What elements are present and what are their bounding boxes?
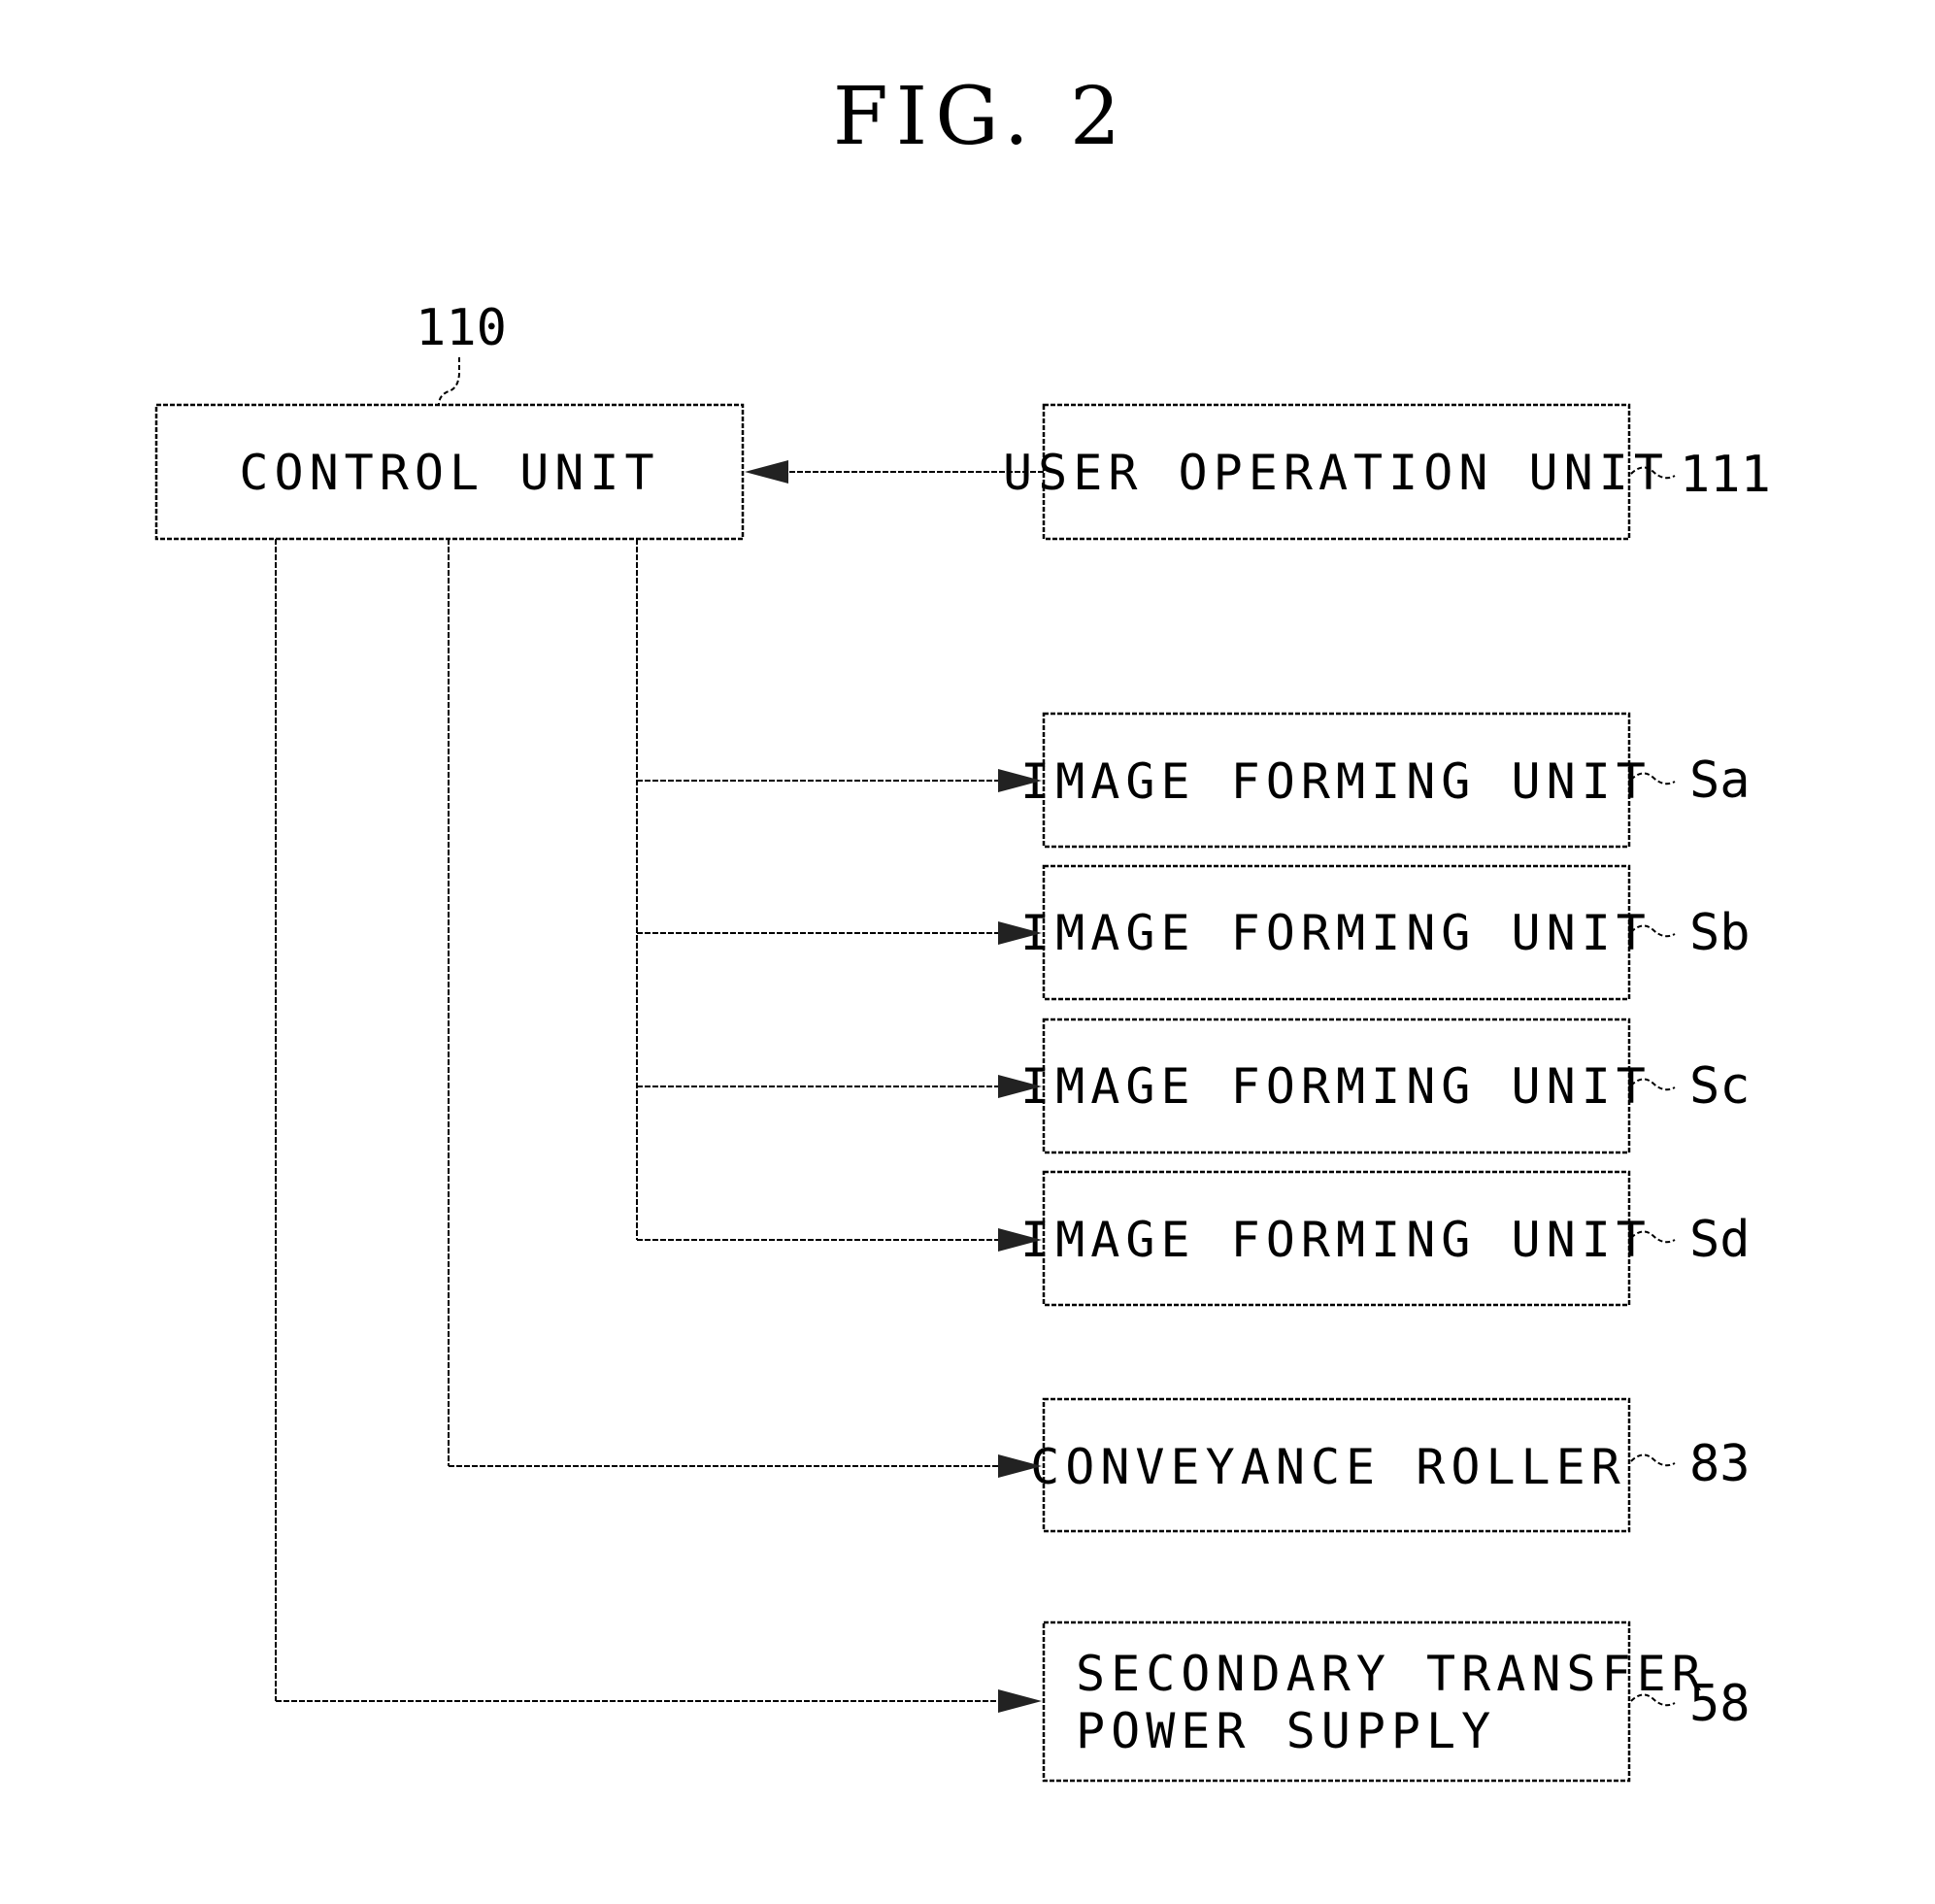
image-forming-unit-sc: IMAGE FORMING UNIT — [1020, 1018, 1651, 1154]
image-forming-unit-sc-ref: Sc — [1689, 1057, 1751, 1116]
image-forming-unit-label: IMAGE FORMING UNIT — [1020, 753, 1651, 810]
image-forming-unit-sb: IMAGE FORMING UNIT — [1020, 864, 1651, 1001]
arrowhead-to-control-unit — [745, 460, 788, 484]
control-unit-leader-line — [438, 357, 460, 406]
figure-title: FIG. 2 — [833, 71, 1128, 163]
image-forming-unit-sd-ref: Sd — [1689, 1211, 1751, 1269]
conveyance-roller-ref: 83 — [1689, 1435, 1751, 1493]
secondary-transfer-ref: 58 — [1689, 1675, 1751, 1733]
user-operation-unit-ref: 111 — [1680, 446, 1771, 504]
arrowhead-to-secondary-transfer — [998, 1689, 1042, 1713]
image-forming-unit-label: IMAGE FORMING UNIT — [1020, 1212, 1651, 1268]
control-unit-label: CONTROL UNIT — [239, 445, 659, 501]
conveyance-roller-block: CONVEYANCE ROLLER — [1030, 1397, 1631, 1533]
image-forming-unit-sb-ref: Sb — [1689, 904, 1751, 962]
image-forming-unit-sd: IMAGE FORMING UNIT — [1020, 1170, 1651, 1307]
secondary-transfer-label-line1: SECONDARY TRANSFER — [1076, 1646, 1707, 1702]
conveyance-roller-label: CONVEYANCE ROLLER — [1030, 1439, 1626, 1495]
control-unit-block: CONTROL UNIT — [154, 403, 745, 541]
image-forming-unit-label: IMAGE FORMING UNIT — [1020, 905, 1651, 961]
control-unit-ref: 110 — [416, 299, 507, 357]
image-forming-unit-label: IMAGE FORMING UNIT — [1020, 1058, 1651, 1115]
conveyance-roller-leader-line — [1630, 1453, 1676, 1467]
secondary-transfer-label-line2: POWER SUPPLY — [1076, 1703, 1496, 1759]
user-operation-unit-block: USER OPERATION UNIT — [1003, 403, 1669, 541]
block-diagram: FIG. 2 CONTROL UNIT 110 USER OPERATION U… — [154, 71, 1771, 1783]
user-operation-unit-label: USER OPERATION UNIT — [1003, 445, 1669, 501]
secondary-transfer-power-supply-block: SECONDARY TRANSFER POWER SUPPLY — [1042, 1620, 1707, 1783]
image-forming-unit-sa-ref: Sa — [1689, 752, 1751, 810]
image-forming-unit-sa: IMAGE FORMING UNIT — [1020, 712, 1651, 849]
